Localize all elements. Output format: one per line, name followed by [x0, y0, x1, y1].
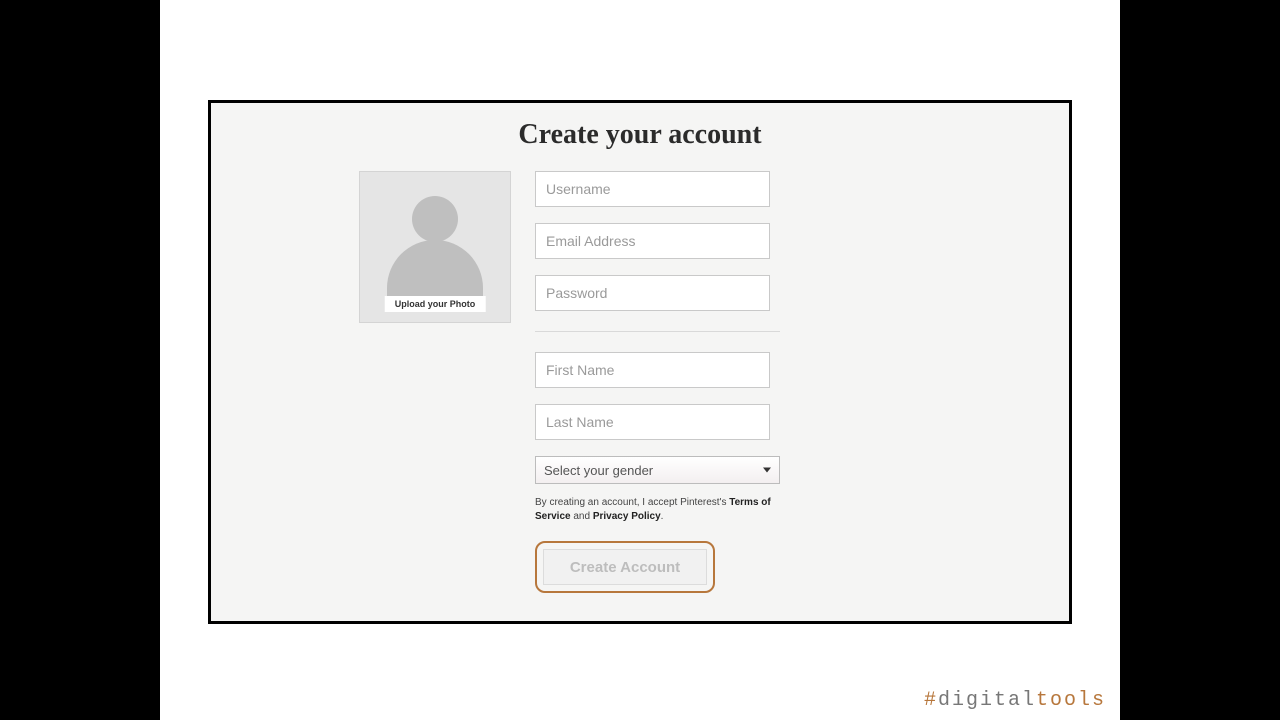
- watermark: #digitaltools: [924, 689, 1106, 712]
- avatar-placeholder-icon: [360, 180, 510, 300]
- legal-and: and: [571, 511, 593, 522]
- username-input[interactable]: [535, 171, 770, 207]
- last-name-input[interactable]: [535, 404, 770, 440]
- password-input[interactable]: [535, 275, 770, 311]
- signup-frame: Create your account Upload your Photo: [208, 100, 1072, 624]
- gender-select[interactable]: Select your gender: [535, 456, 780, 484]
- create-account-button[interactable]: Create Account: [543, 549, 707, 585]
- privacy-policy-link[interactable]: Privacy Policy: [593, 511, 661, 522]
- signup-form: Upload your Photo Select your gender By …: [359, 171, 939, 593]
- create-account-highlight: Create Account: [535, 541, 715, 593]
- first-name-input[interactable]: [535, 352, 770, 388]
- photo-column: Upload your Photo: [359, 171, 511, 593]
- gender-select-value: Select your gender: [544, 463, 653, 478]
- right-pillarbox: [1120, 0, 1280, 720]
- watermark-tools: tools: [1036, 689, 1106, 712]
- upload-photo-button[interactable]: Upload your Photo: [359, 171, 511, 323]
- fields-column: Select your gender By creating an accoun…: [535, 171, 770, 593]
- main-canvas: Create your account Upload your Photo: [160, 0, 1120, 720]
- chevron-down-icon: [763, 468, 771, 473]
- email-input[interactable]: [535, 223, 770, 259]
- upload-photo-label: Upload your Photo: [385, 296, 486, 312]
- left-pillarbox: [0, 0, 160, 720]
- section-divider: [535, 331, 780, 332]
- legal-text: By creating an account, I accept Pintere…: [535, 496, 780, 523]
- page-title: Create your account: [211, 119, 1069, 151]
- legal-prefix: By creating an account, I accept Pintere…: [535, 497, 729, 508]
- watermark-digital: digital: [938, 689, 1036, 712]
- watermark-hash: #: [924, 689, 938, 712]
- legal-suffix: .: [661, 511, 664, 522]
